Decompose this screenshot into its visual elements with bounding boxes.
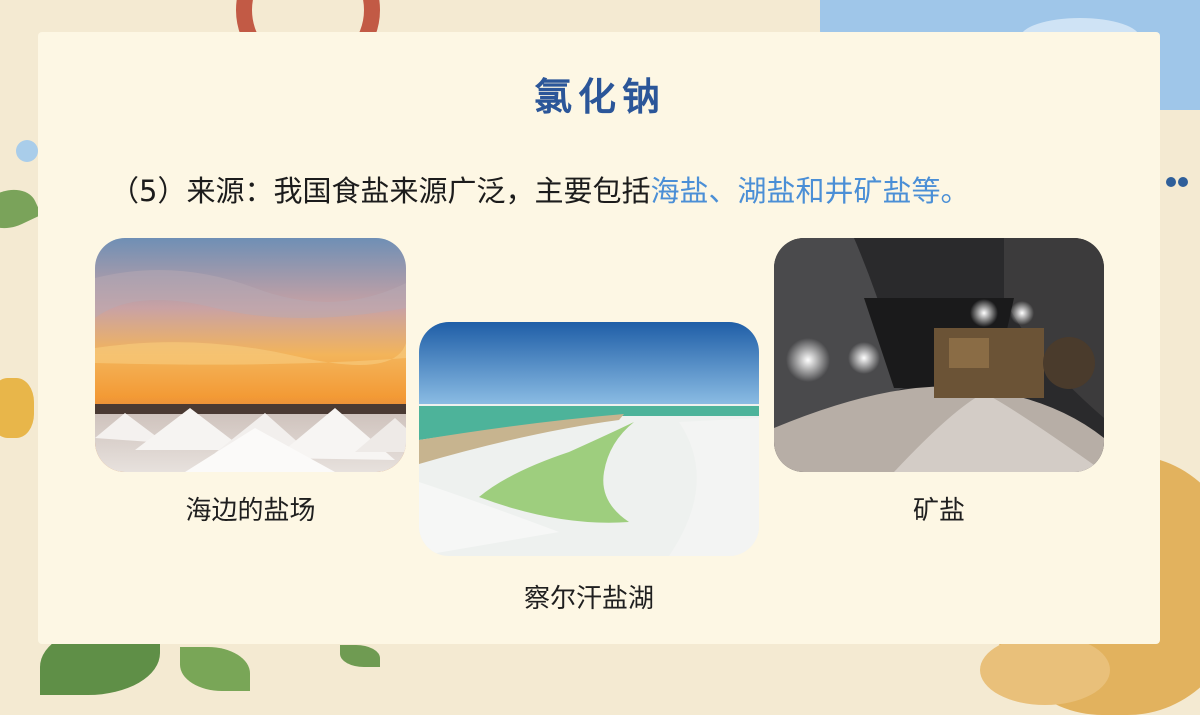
slide-title: 氯化钠 <box>533 74 666 119</box>
salt-lake-photo <box>419 322 759 556</box>
intro-text: （5）来源：我国食盐来源广泛，主要包括海盐、湖盐和井矿盐等。 <box>110 168 969 210</box>
decorative-blob <box>980 635 1110 705</box>
photo-caption: 矿盐 <box>912 496 965 526</box>
intro-highlight: 海盐、湖盐和井矿盐等。 <box>650 174 970 208</box>
decorative-leaf <box>340 645 380 667</box>
decorative-dots <box>1166 172 1200 190</box>
decorative-dot <box>16 140 38 162</box>
decorative-leaf <box>180 647 250 691</box>
photo-caption: 察尔汗盐湖 <box>523 584 654 614</box>
photo-caption: 海边的盐场 <box>185 496 316 526</box>
intro-prefix: （5）来源：我国食盐来源广泛，主要包括 <box>110 174 651 208</box>
decorative-blob <box>0 378 34 438</box>
salt-mine-photo <box>774 238 1104 472</box>
sea-salt-field-photo <box>95 238 406 472</box>
decorative-leaf <box>0 180 42 238</box>
